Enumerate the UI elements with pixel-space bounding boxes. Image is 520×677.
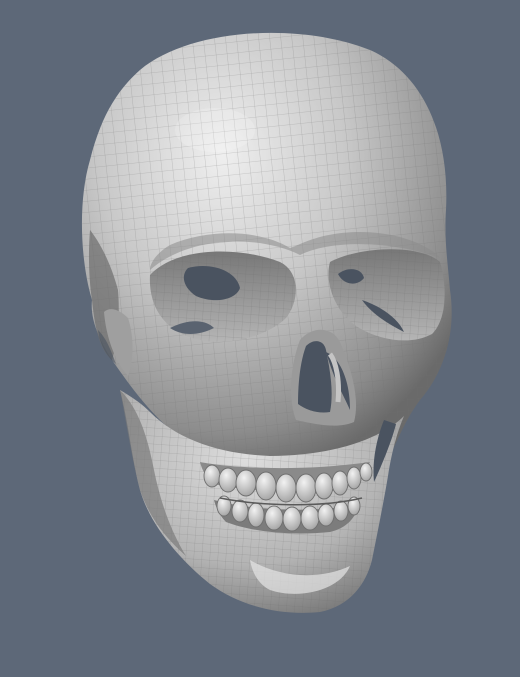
3d-viewport[interactable] xyxy=(0,0,520,677)
skull-render xyxy=(81,32,452,613)
specular-highlight xyxy=(175,108,255,152)
